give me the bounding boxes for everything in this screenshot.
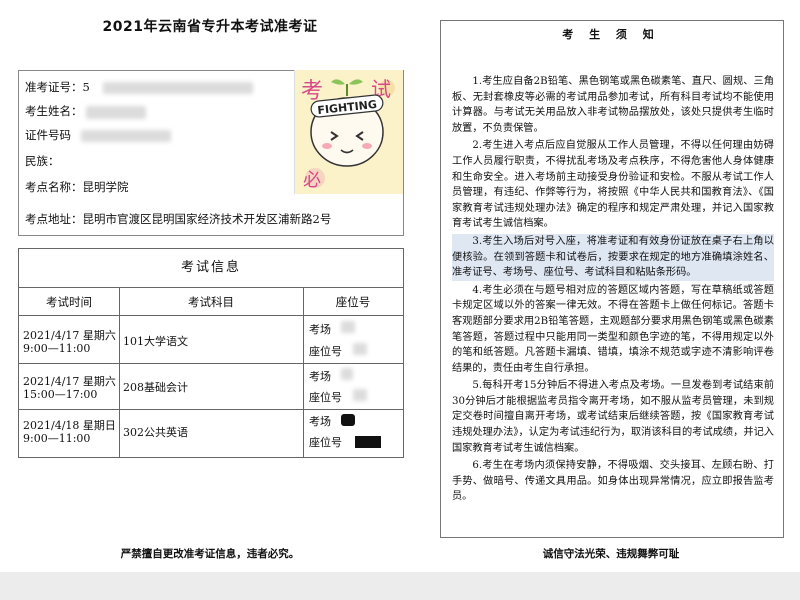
page-title: 2021年云南省专升本考试准考证: [102, 19, 318, 35]
row2-time: 15:00—17:00: [23, 388, 98, 401]
row3-seat-label: 座位号: [309, 436, 342, 449]
row1-subject: 101大学语文: [123, 335, 188, 348]
row1-redacted-room: [341, 321, 355, 333]
row1-redacted-seat: [353, 343, 367, 355]
notice-item-1: 1.考生应自备2B铅笔、黑色钢笔或黑色碳素笔、直尺、圆规、三角板、无封套橡皮等必…: [452, 76, 774, 134]
exam-info-table: 考试信息 考试时间 考试科目 座位号 2021/4/17 星期六 9:00—11…: [18, 248, 404, 458]
row1-time: 9:00—11:00: [23, 342, 91, 355]
redacted-name: [86, 105, 147, 119]
redacted-ticket-number: [103, 82, 254, 94]
right-footer-slogan: 诚信守法光荣、违规舞弊可耻: [542, 548, 680, 560]
ticket-number-value: 5: [82, 80, 90, 94]
notice-item-5: 5.每科开考15分钟后不得进入考点及考场。一旦发卷到考试结束前30分钟后才能根据…: [452, 380, 774, 454]
notice-item-6: 6.考生在考场内须保持安静，不得吸烟、交头接耳、左顾右盼、打手势、做暗号、传递文…: [452, 460, 774, 503]
name-label: 考生姓名：: [25, 104, 83, 118]
id-number-row: 证件号码: [25, 127, 171, 143]
ticket-number-label: 准考证号：: [25, 80, 83, 94]
row1-date: 2021/4/17 星期六: [23, 329, 116, 342]
col-header-seat: 座位号: [335, 295, 371, 309]
col-header-subject: 考试科目: [188, 295, 234, 309]
row3-redacted-seat: [355, 436, 381, 448]
exam-address-row: 考点地址：昆明市官渡区昆明国家经济技术开发区浦新路2号: [25, 211, 331, 227]
left-page: 2021年云南省专升本考试准考证 准考证号：5 考生姓名： 证件号码 民族： 考…: [0, 0, 420, 572]
row3-time: 9:00—11:00: [23, 432, 91, 445]
row3-room-label: 考场: [309, 415, 331, 428]
redacted-id-number: [80, 130, 171, 142]
ticket-number-row: 准考证号：5: [25, 79, 254, 95]
fighting-cartoon-icon: 考 试 FIGHTING 必: [295, 70, 403, 194]
row2-date: 2021/4/17 星期六: [23, 375, 116, 388]
col-header-time: 考试时间: [46, 295, 92, 309]
exam-site-row: 考点名称：昆明学院: [25, 179, 129, 195]
notice-body: 1.考生应自备2B铅笔、黑色钢笔或黑色碳素笔、直尺、圆规、三角板、无封套橡皮等必…: [452, 74, 774, 507]
row3-subject: 302公共英语: [123, 426, 188, 439]
bottom-strip: [0, 572, 800, 600]
notice-item-2: 2.考生进入考点后应自觉服从工作人员管理，不得以任何理由妨碍工作人员履行职责，不…: [452, 140, 774, 230]
row2-redacted-room: [341, 368, 353, 380]
notice-item-3: 3.考生入场后对号入座，将准考证和有效身份证放在桌子右上角以便核验。在领到答题卡…: [452, 233, 774, 281]
exam-address-label: 考点地址：: [25, 212, 83, 226]
exam-site-label: 考点名称：: [25, 180, 83, 194]
candidate-photo: 考 试 FIGHTING 必: [294, 70, 403, 194]
row2-seat-label: 座位号: [309, 391, 342, 404]
nation-label: 民族：: [25, 154, 60, 168]
row1-seat-label: 座位号: [309, 345, 342, 358]
row2-room-label: 考场: [309, 370, 331, 383]
id-number-label: 证件号码: [25, 128, 71, 142]
row1-room-label: 考场: [309, 323, 331, 336]
exam-address-value: 昆明市官渡区昆明国家经济技术开发区浦新路2号: [82, 212, 332, 226]
row2-subject: 208基础会计: [123, 381, 188, 394]
notice-title: 考 生 须 知: [562, 28, 660, 41]
name-row: 考生姓名：: [25, 103, 147, 119]
row3-date: 2021/4/18 星期日: [23, 419, 116, 432]
nation-row: 民族：: [25, 153, 60, 169]
row3-redacted-room: [341, 414, 355, 426]
exam-info-title: 考试信息: [19, 249, 403, 288]
exam-site-value: 昆明学院: [82, 180, 129, 194]
row2-redacted-seat: [353, 389, 367, 401]
left-footer-warning: 严禁擅自更改准考证信息，违者必究。: [120, 548, 300, 560]
notice-item-4: 4.考生必须在与题号相对应的答题区域内答题，写在草稿纸或答题卡规定区域以外的答案…: [452, 284, 774, 374]
photo-char-bi: 必: [303, 170, 321, 191]
